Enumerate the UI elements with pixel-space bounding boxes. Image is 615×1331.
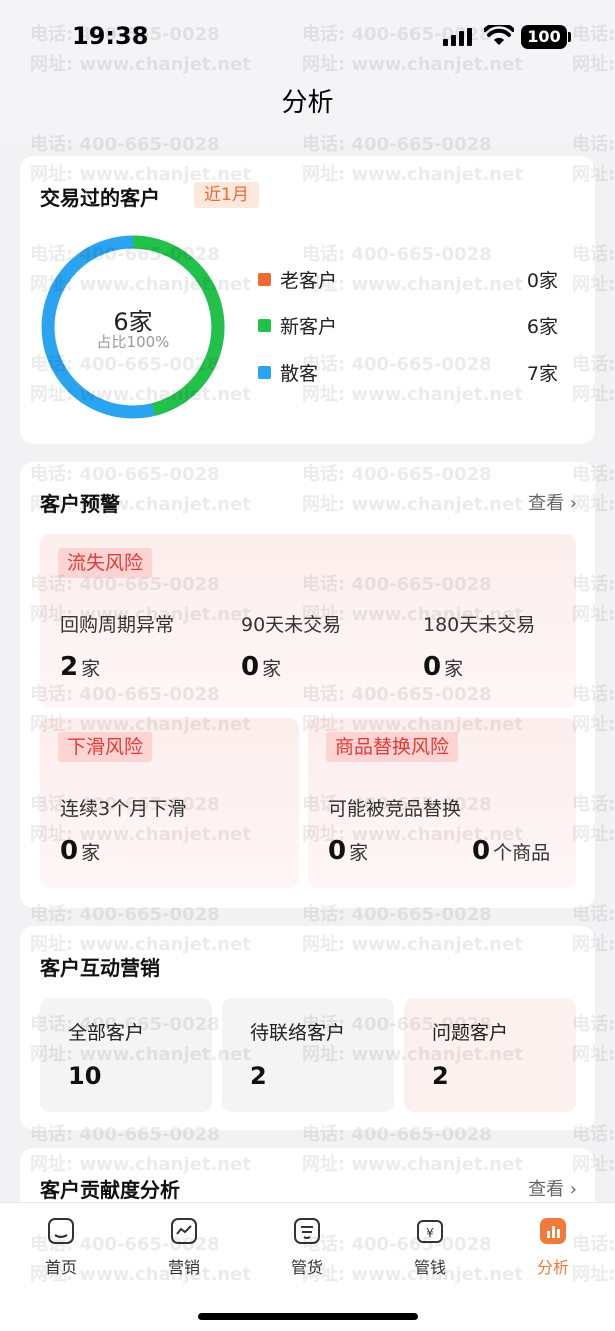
view-more-label: 查看 xyxy=(528,1179,565,1200)
legend-value: 6家 xyxy=(526,316,558,338)
legend-item-old: 老客户 0家 xyxy=(258,264,558,294)
traded-customers-card: 交易过的客户 近1月 6家 占比100% 老客户 0家 新客户 6家 散客 7家 xyxy=(20,156,595,444)
legend-swatch xyxy=(258,366,271,379)
stat-value: 2 xyxy=(250,1062,267,1090)
decline-risk-tag: 下滑风险 xyxy=(58,732,153,762)
analysis-icon xyxy=(540,1218,566,1244)
churn-label: 回购周期异常 xyxy=(60,614,175,636)
wifi-icon xyxy=(484,25,514,45)
nav-bar: 分析 xyxy=(0,72,615,144)
customer-warning-card: 客户预警 查看 › 流失风险 回购周期异常 90天未交易 180天未交易 2家 … xyxy=(20,462,595,908)
card-title: 客户互动营销 xyxy=(40,956,160,980)
tab-analysis[interactable]: 分析 xyxy=(508,1217,598,1278)
status-bar: 19:38 100 xyxy=(0,0,615,72)
tab-label: 管钱 xyxy=(413,1258,446,1277)
home-icon xyxy=(48,1218,74,1244)
status-time: 19:38 xyxy=(72,22,149,50)
legend-value: 0家 xyxy=(526,270,558,292)
tab-label: 管货 xyxy=(290,1258,323,1277)
legend-label: 散客 xyxy=(280,363,319,385)
churn-risk-tag: 流失风险 xyxy=(58,548,153,578)
tab-home[interactable]: 首页 xyxy=(16,1217,106,1278)
home-indicator xyxy=(198,1313,418,1320)
legend-item-new: 新客户 6家 xyxy=(258,310,558,340)
legend-swatch xyxy=(258,273,271,286)
tab-label: 分析 xyxy=(536,1258,569,1277)
legend-label: 新客户 xyxy=(280,316,338,338)
replace-risk-box[interactable]: 商品替换风险 可能被竞品替换 0家 0 个商品 xyxy=(308,718,576,888)
stat-label: 全部客户 xyxy=(68,1022,145,1044)
decline-label: 连续3个月下滑 xyxy=(60,798,187,820)
stat-all-customers[interactable]: 全部客户 10 xyxy=(40,998,212,1112)
legend-label: 老客户 xyxy=(280,270,338,292)
view-more-link[interactable]: 查看 › xyxy=(528,1175,577,1201)
legend-swatch xyxy=(258,319,271,332)
card-title: 交易过的客户 xyxy=(40,186,160,210)
stat-label: 待联络客户 xyxy=(250,1022,346,1044)
cellular-signal-icon xyxy=(443,28,472,46)
tab-bar: 首页 营销 管货 ¥ 管钱 分析 xyxy=(0,1202,615,1331)
view-more-label: 查看 xyxy=(528,493,565,514)
tab-label: 营销 xyxy=(167,1258,200,1277)
stat-label: 问题客户 xyxy=(432,1022,509,1044)
marketing-icon xyxy=(171,1218,197,1244)
replace-value-goods: 0 个商品 xyxy=(472,836,551,866)
tab-label: 首页 xyxy=(44,1258,77,1277)
replace-value-customers: 0家 xyxy=(328,836,369,866)
legend-value: 7家 xyxy=(526,363,558,385)
stat-value: 2 xyxy=(432,1062,449,1090)
stat-problem-customers[interactable]: 问题客户 2 xyxy=(404,998,576,1112)
churn-label: 180天未交易 xyxy=(423,614,536,636)
stat-value: 10 xyxy=(68,1062,102,1090)
churn-value: 0家 xyxy=(241,652,282,682)
goods-icon xyxy=(294,1218,320,1244)
churn-label: 90天未交易 xyxy=(241,614,342,636)
customer-interaction-card: 客户互动营销 全部客户 10 待联络客户 2 问题客户 2 xyxy=(20,926,595,1130)
stat-pending-contact[interactable]: 待联络客户 2 xyxy=(222,998,394,1112)
card-title: 客户预警 xyxy=(40,492,120,516)
chevron-right-icon: › xyxy=(564,493,577,514)
decline-value: 0家 xyxy=(60,836,101,866)
page-title: 分析 xyxy=(281,88,334,118)
tab-marketing[interactable]: 营销 xyxy=(139,1217,229,1278)
svg-text:¥: ¥ xyxy=(426,1226,434,1240)
battery-tip xyxy=(568,32,571,42)
period-tag[interactable]: 近1月 xyxy=(194,182,259,208)
tab-wallet[interactable]: ¥ 管钱 xyxy=(385,1217,475,1278)
donut-center-subtext: 占比100% xyxy=(96,333,170,351)
decline-risk-box[interactable]: 下滑风险 连续3个月下滑 0家 xyxy=(40,718,299,888)
view-more-link[interactable]: 查看 › xyxy=(528,489,577,515)
battery-icon: 100 xyxy=(521,25,567,49)
wallet-icon: ¥ xyxy=(417,1220,443,1243)
chevron-right-icon: › xyxy=(564,1179,577,1200)
card-title: 客户贡献度分析 xyxy=(40,1178,180,1202)
tab-goods[interactable]: 管货 xyxy=(262,1217,352,1278)
replace-label: 可能被竞品替换 xyxy=(328,798,462,820)
replace-risk-tag: 商品替换风险 xyxy=(326,732,459,762)
legend-item-walkin: 散客 7家 xyxy=(258,357,558,387)
churn-risk-box[interactable]: 流失风险 回购周期异常 90天未交易 180天未交易 2家 0家 0家 xyxy=(40,534,576,708)
churn-value: 2家 xyxy=(60,652,101,682)
churn-value: 0家 xyxy=(423,652,464,682)
